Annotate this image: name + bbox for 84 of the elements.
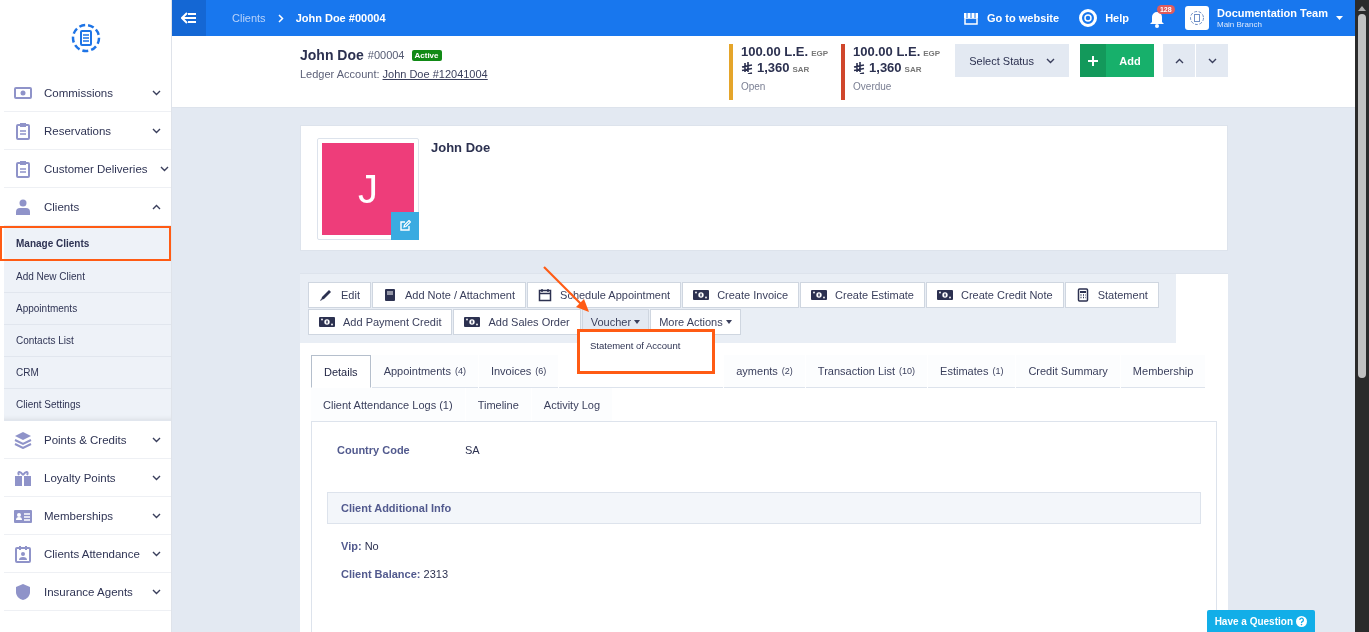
field-value: SA (465, 444, 480, 456)
section-header: Client Additional Info (327, 492, 1201, 524)
action-button[interactable]: Create Estimate (800, 282, 925, 308)
sidebar-item[interactable]: Loyalty Points (4, 459, 171, 497)
chevron-down-icon (1207, 57, 1217, 64)
question-icon (1296, 615, 1307, 627)
calendar-icon (538, 288, 553, 302)
branch-name: Main Branch (1216, 19, 1263, 29)
sidebar-item[interactable]: Clients Attendance (4, 535, 171, 573)
sidebar-item[interactable]: Commissions (4, 75, 171, 112)
submenu-item[interactable]: Add New Client (4, 261, 171, 293)
tab[interactable]: Details (311, 355, 371, 388)
action-button[interactable]: Create Invoice (682, 282, 800, 308)
currency-icon (853, 61, 866, 74)
book-icon (382, 288, 397, 302)
action-button[interactable]: Add Note / Attachment (371, 282, 527, 308)
pencil-icon (319, 288, 333, 302)
profile-name: John Doe (431, 139, 491, 157)
balance-amount: 1,360 SAR (869, 60, 922, 75)
layers-icon (14, 430, 32, 449)
submenu-item[interactable]: CRM (4, 357, 171, 389)
sidebar-item[interactable]: Insurance Agents (4, 573, 171, 611)
calendar-icon (14, 544, 32, 563)
submenu-item[interactable]: Contacts List (4, 325, 171, 357)
sidebar-item[interactable]: Memberships (4, 497, 171, 535)
money-icon (319, 315, 335, 329)
back-icon[interactable] (181, 12, 197, 24)
chevron-down-icon (1046, 57, 1055, 64)
dropdown-menu[interactable]: Statement of Account (577, 329, 715, 374)
submenu-item[interactable]: Client Settings (4, 389, 171, 421)
sidebar-item[interactable]: Points & Credits (4, 421, 171, 459)
breadcrumb-current: John Doe #00004 (295, 12, 386, 24)
chevron-right-icon (277, 13, 284, 23)
money-icon (811, 288, 828, 302)
field-label: Country Code (337, 444, 411, 456)
money-icon (464, 315, 481, 329)
sidebar-item[interactable]: Reservations (4, 112, 171, 150)
chevron-up-icon (1174, 57, 1184, 64)
shield-icon (14, 582, 32, 601)
person-icon (14, 197, 32, 216)
money-icon (14, 84, 32, 102)
clipboard-icon (14, 159, 32, 178)
status-select[interactable]: Select Status (955, 44, 1069, 77)
help-link[interactable]: Help (1079, 9, 1129, 27)
avatar-icon[interactable] (1184, 6, 1209, 30)
caret-down-icon[interactable] (1336, 16, 1343, 20)
money-icon (936, 288, 953, 302)
ledger-link[interactable]: John Doe #12041004 (382, 68, 488, 80)
balance-amount: 1,360 SAR (756, 60, 810, 75)
action-button[interactable]: Edit (308, 282, 371, 308)
plus-icon (1088, 55, 1098, 66)
balance-amount: 100.00 L.E. EGP (740, 44, 829, 59)
action-button[interactable]: Create Credit Note (925, 282, 1064, 308)
balance-label: Overdue (853, 81, 893, 92)
edit-icon (399, 220, 411, 232)
action-button[interactable]: Statement (1064, 282, 1159, 308)
submenu-item[interactable]: Manage Clients (0, 226, 171, 261)
client-name: John Doe (300, 47, 364, 63)
scrollbar[interactable] (1357, 6, 1367, 378)
info-text: Vip: No (340, 540, 380, 552)
money-icon (693, 288, 710, 302)
calculator-icon (1075, 288, 1090, 302)
gift-icon (14, 468, 32, 487)
caret-down-icon (634, 320, 641, 324)
caret-down-icon (725, 320, 732, 324)
ledger-label: Ledger Account: (300, 68, 380, 80)
website-link[interactable]: Go to website (963, 11, 1060, 25)
sidebar-item[interactable]: Customer Deliveries (4, 150, 171, 188)
avatar: J (322, 143, 414, 235)
action-button[interactable]: Add Sales Order (453, 309, 581, 335)
currency-icon (740, 61, 753, 74)
balance-amount: 100.00 L.E. EGP (853, 44, 941, 59)
clipboard-icon (14, 121, 32, 140)
sidebar-item[interactable]: Clients (4, 188, 171, 226)
store-icon (963, 11, 979, 25)
bell-icon[interactable] (1148, 11, 1165, 28)
user-name[interactable]: Documentation Team (1216, 7, 1328, 20)
lifebuoy-icon (1079, 9, 1098, 27)
info-text: Client Balance: 2313 (340, 568, 449, 580)
action-button[interactable]: Add Payment Credit (308, 309, 453, 335)
submenu-item[interactable]: Appointments (4, 293, 171, 325)
balance-label: Open (740, 81, 767, 92)
status-badge: Active (411, 49, 442, 61)
client-number: #00004 (367, 49, 405, 61)
